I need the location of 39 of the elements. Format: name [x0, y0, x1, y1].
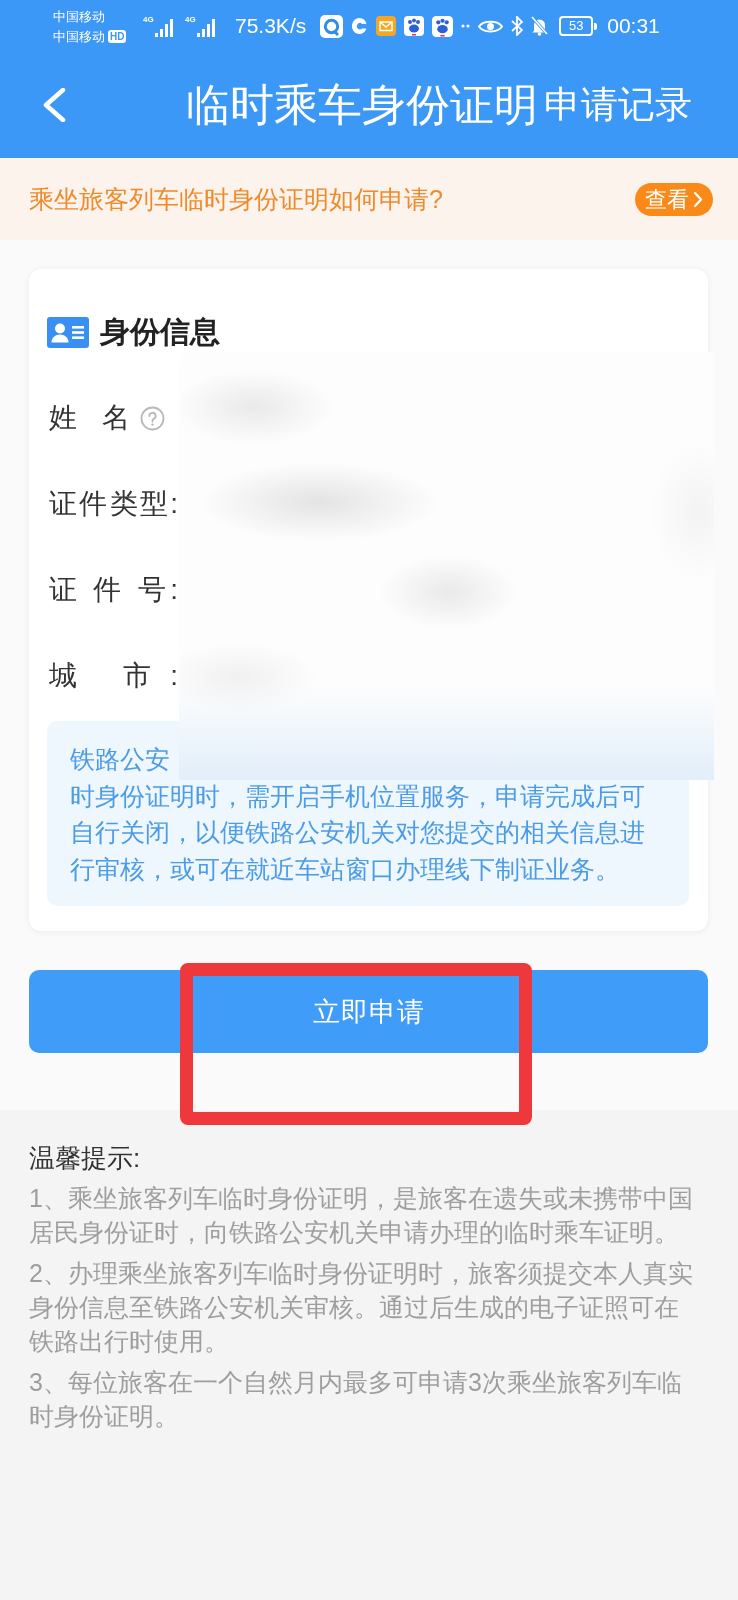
field-label: 姓 名	[49, 401, 130, 435]
notice-text: 时身份证明时，需开启手机位置服务，申请完成后可自行关闭，以便铁路公安机关对您提交的相关信息进行审核，或可在就近车站窗口办理线下制证业务。	[70, 780, 646, 885]
clock-time: 00:31	[607, 14, 660, 38]
tip-text: 3、每位旅客在一个自然月内最多可申请3次乘坐旅客列车临时身份证明。	[29, 1367, 683, 1432]
section-title: 身份信息	[100, 313, 220, 350]
field-label: 证 件 号:	[49, 573, 178, 607]
bell-off-icon	[531, 16, 549, 36]
swirl-app-icon	[351, 16, 369, 36]
id-card-icon	[47, 316, 89, 348]
help-banner-text: 乘坐旅客列车临时身份证明如何申请?	[29, 183, 443, 215]
paw-app-icon	[404, 16, 425, 36]
page-title: 临时乘车身份证明	[186, 79, 538, 131]
tips-title: 温馨提示:	[29, 1142, 142, 1175]
network-type-label: 4G	[185, 15, 196, 24]
network-speed: 75.3K/s	[235, 14, 307, 38]
network-type-label: 4G	[143, 15, 154, 24]
field-label: 证件类型:	[49, 487, 178, 521]
paw-app-icon	[432, 15, 454, 37]
more-dots-icon	[461, 24, 471, 28]
ring-app-icon	[320, 14, 344, 38]
tip-text: 1、乘坐旅客列车临时身份证明，是旅客在遗失或未携带中国居民身份证时，向铁路公安机关申请办理的临时乘车证明。	[29, 1183, 694, 1248]
hd-badge: HD	[108, 29, 127, 43]
records-link[interactable]: 申请记录	[544, 80, 692, 130]
eye-icon	[478, 18, 504, 34]
tip-text: 2、办理乘坐旅客列车临时身份证明时，旅客须提交本人真实身份信息至铁路公安机关审核。通过后生成的电子证照可在铁路出行时使用。	[29, 1258, 694, 1357]
carrier-name: 中国移动	[53, 27, 105, 45]
bluetooth-icon	[511, 16, 524, 36]
apply-button[interactable]: 立即申请	[29, 970, 708, 1053]
carrier-name: 中国移动	[53, 7, 105, 25]
chevron-right-icon	[693, 190, 703, 208]
notice-fragment: 铁路公安	[70, 744, 170, 775]
mail-icon	[376, 16, 397, 36]
battery-indicator: 53	[559, 16, 594, 36]
view-button[interactable]: 查看	[635, 182, 713, 216]
help-icon[interactable]	[140, 405, 165, 431]
back-icon[interactable]	[42, 88, 66, 122]
signal-icon	[154, 19, 175, 37]
signal-icon	[196, 19, 217, 37]
field-label: 城 市:	[49, 659, 178, 693]
